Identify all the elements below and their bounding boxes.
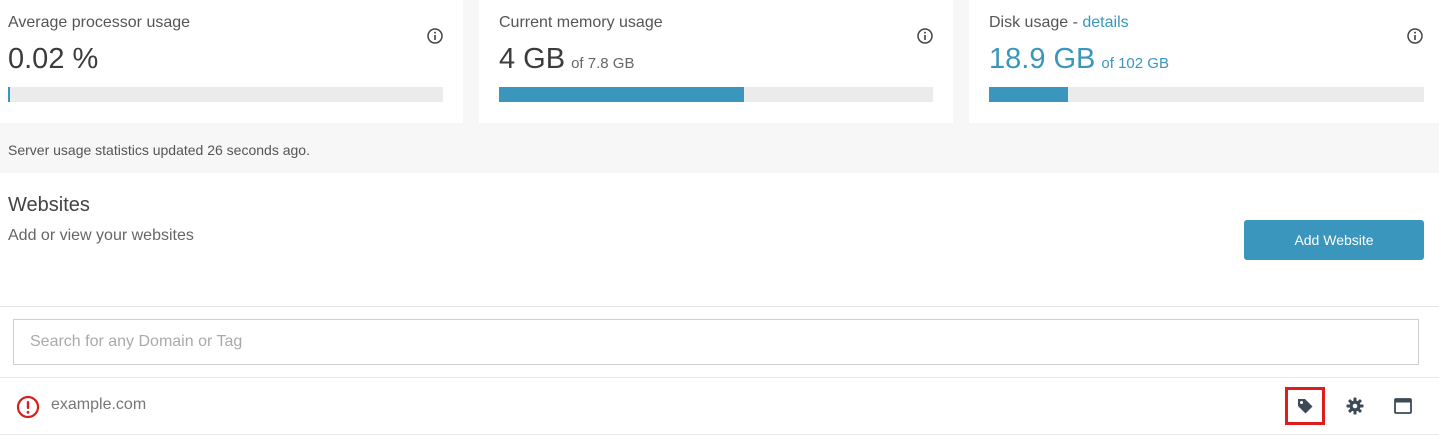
processor-usage-label: Average processor usage — [8, 14, 191, 31]
memory-usage-card: Current memory usage 4 GB of 7.8 GB — [479, 0, 953, 123]
memory-usage-bar-fill — [499, 87, 745, 102]
disk-total: of 102 GB — [1101, 55, 1169, 72]
gear-icon — [1346, 397, 1364, 415]
warning-icon — [16, 395, 40, 419]
disk-usage-label-text: Disk usage - — [989, 14, 1083, 31]
memory-usage-label: Current memory usage — [499, 14, 663, 31]
disk-usage-value-wrap: 18.9 GB of 102 GB — [989, 43, 1169, 76]
settings-button[interactable] — [1335, 387, 1375, 425]
tag-icon — [1298, 399, 1313, 414]
info-icon[interactable] — [427, 28, 443, 44]
window-icon — [1394, 398, 1412, 414]
memory-usage-bar — [499, 87, 933, 102]
disk-details-link[interactable]: details — [1082, 14, 1128, 31]
processor-usage-bar — [8, 87, 443, 102]
info-icon[interactable] — [1407, 28, 1423, 44]
disk-usage-value: 18.9 GB — [989, 43, 1096, 75]
add-website-button[interactable]: Add Website — [1244, 220, 1424, 260]
websites-subtitle: Add or view your websites — [8, 227, 194, 244]
website-domain[interactable]: example.com — [51, 396, 146, 414]
domain-search-input[interactable] — [13, 319, 1419, 365]
processor-usage-card: Average processor usage 0.02 % — [0, 0, 463, 123]
usage-stats-row: Average processor usage 0.02 % Current m… — [0, 0, 1439, 123]
memory-total: of 7.8 GB — [571, 55, 635, 72]
disk-usage-bar — [989, 87, 1424, 102]
disk-usage-card: Disk usage - details 18.9 GB of 102 GB — [969, 0, 1439, 123]
processor-usage-bar-fill — [8, 87, 10, 102]
disk-usage-bar-fill — [989, 87, 1069, 102]
websites-panel: Websites Add or view your websites Add W… — [0, 173, 1439, 436]
usage-status-text: Server usage statistics updated 26 secon… — [8, 142, 310, 158]
info-icon[interactable] — [917, 28, 933, 44]
open-website-button[interactable] — [1383, 387, 1423, 425]
tag-button[interactable] — [1285, 387, 1325, 425]
memory-usage-value-wrap: 4 GB of 7.8 GB — [499, 43, 634, 76]
divider — [0, 306, 1439, 307]
disk-usage-label: Disk usage - details — [989, 14, 1129, 32]
websites-title: Websites — [8, 194, 90, 216]
memory-usage-value: 4 GB — [499, 43, 566, 75]
processor-usage-value: 0.02 % — [8, 43, 99, 75]
divider — [0, 434, 1439, 435]
website-row[interactable]: example.com — [0, 378, 1439, 434]
